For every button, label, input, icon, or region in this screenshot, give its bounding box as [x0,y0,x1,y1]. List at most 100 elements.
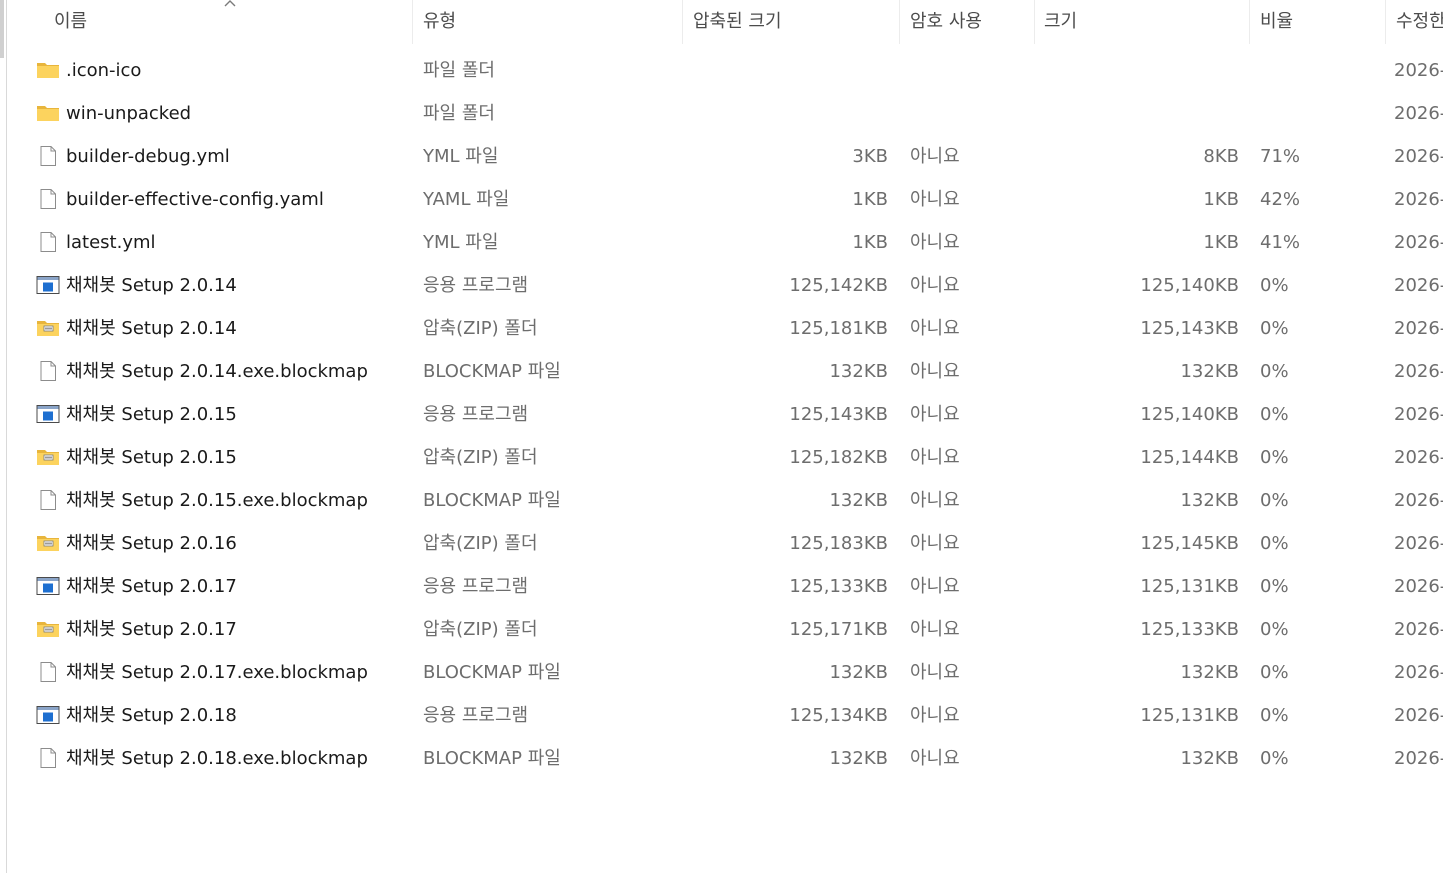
file-row[interactable]: win-unpacked 파일 폴더 2026- [7,92,1443,135]
file-row[interactable]: 채채봇 Setup 2.0.15.exe.blockmap BLOCKMAP 파일… [7,479,1443,522]
file-modified: 2026- [1394,576,1443,597]
zip-folder-icon [36,618,60,640]
file-name: 채채봇 Setup 2.0.14.exe.blockmap [66,361,368,382]
column-header-password[interactable]: 암호 사용 [900,0,1035,44]
file-modified: 2026- [1394,619,1443,640]
file-row[interactable]: builder-effective-config.yaml YAML 파일 1KB 아… [7,178,1443,221]
folder-icon [36,102,60,124]
file-name: 채채봇 Setup 2.0.15 [66,447,237,468]
file-size [1037,49,1239,92]
column-header-name-label: 이름 [54,11,88,32]
column-header-password-label: 암호 사용 [910,11,982,32]
file-size: 125,131KB [1140,576,1239,597]
application-icon [36,274,60,296]
application-icon [36,575,60,597]
file-modified: 2026- [1394,232,1443,253]
file-type: 파일 폴더 [423,103,495,124]
file-name: builder-debug.yml [66,146,230,167]
file-size: 1KB [1203,189,1239,210]
file-size: 125,145KB [1140,533,1239,554]
file-ratio: 0% [1260,748,1289,769]
file-row[interactable]: latest.yml YML 파일 1KB 아니요 1KB 41% 2026- [7,221,1443,264]
file-row[interactable]: 채채봇 Setup 2.0.17 응용 프로그램 125,133KB 아니요 125,1… [7,565,1443,608]
file-row[interactable]: 채채봇 Setup 2.0.17.exe.blockmap BLOCKMAP 파일… [7,651,1443,694]
file-modified: 2026- [1394,748,1443,769]
file-compressed-size: 132KB [829,662,888,683]
column-header-size-label: 크기 [1044,11,1078,32]
file-row[interactable]: 채채봇 Setup 2.0.14 응용 프로그램 125,142KB 아니요 125,1… [7,264,1443,307]
file-compressed-size [687,49,888,92]
file-ratio: 0% [1260,619,1289,640]
application-icon [36,403,60,425]
file-name: 채채봇 Setup 2.0.17.exe.blockmap [66,662,368,683]
column-header-compressed-size[interactable]: 압축된 크기 [683,0,900,44]
file-name: 채채봇 Setup 2.0.14 [66,275,237,296]
file-type: 응용 프로그램 [423,576,529,597]
file-password: 아니요 [910,447,960,468]
file-compressed-size: 125,171KB [789,619,888,640]
file-type: BLOCKMAP 파일 [423,662,561,683]
file-type: 압축(ZIP) 폴더 [423,318,538,339]
file-modified: 2026- [1394,404,1443,425]
file-modified: 2026- [1394,103,1443,124]
file-password: 아니요 [910,232,960,253]
file-row[interactable]: builder-debug.yml YML 파일 3KB 아니요 8KB 71% 2026- [7,135,1443,178]
file-password: 아니요 [910,533,960,554]
file-type: 압축(ZIP) 폴더 [423,533,538,554]
file-icon [36,231,60,253]
file-ratio: 0% [1260,404,1289,425]
file-name: win-unpacked [66,103,192,124]
file-icon [36,489,60,511]
file-ratio: 42% [1260,189,1301,210]
file-size: 125,131KB [1140,705,1239,726]
file-row[interactable]: 채채봇 Setup 2.0.16 압축(ZIP) 폴더 125,183KB 아니요 12… [7,522,1443,565]
file-compressed-size: 1KB [852,189,888,210]
file-ratio: 71% [1260,146,1301,167]
file-icon [36,747,60,769]
file-modified: 2026- [1394,146,1443,167]
file-size: 125,133KB [1140,619,1239,640]
file-ratio: 0% [1260,533,1289,554]
file-row[interactable]: 채채봇 Setup 2.0.15 응용 프로그램 125,143KB 아니요 125,1… [7,393,1443,436]
sort-ascending-icon [224,0,236,7]
column-header-name[interactable]: 이름 [7,0,413,44]
file-size: 132KB [1180,662,1239,683]
file-row[interactable]: 채채봇 Setup 2.0.14 압축(ZIP) 폴더 125,181KB 아니요 12… [7,307,1443,350]
column-header-ratio[interactable]: 비율 [1250,0,1386,44]
file-row[interactable]: 채채봇 Setup 2.0.18.exe.blockmap BLOCKMAP 파일… [7,737,1443,780]
file-type: BLOCKMAP 파일 [423,748,561,769]
file-compressed-size: 125,134KB [789,705,888,726]
file-name: builder-effective-config.yaml [66,189,324,210]
file-row[interactable]: 채채봇 Setup 2.0.15 압축(ZIP) 폴더 125,182KB 아니요 12… [7,436,1443,479]
file-row[interactable]: 채채봇 Setup 2.0.17 압축(ZIP) 폴더 125,171KB 아니요 12… [7,608,1443,651]
file-row[interactable]: .icon-ico 파일 폴더 2026- [7,49,1443,92]
pane-left-edge [0,0,7,873]
file-modified: 2026- [1394,662,1443,683]
file-compressed-size: 1KB [852,232,888,253]
file-modified: 2026- [1394,490,1443,511]
zip-folder-icon [36,317,60,339]
file-name: 채채봇 Setup 2.0.18 [66,705,237,726]
file-row[interactable]: 채채봇 Setup 2.0.14.exe.blockmap BLOCKMAP 파일… [7,350,1443,393]
file-name: 채채봇 Setup 2.0.18.exe.blockmap [66,748,368,769]
file-size: 8KB [1203,146,1239,167]
file-password: 아니요 [910,490,960,511]
scroll-thumb[interactable] [0,0,4,58]
column-header-type[interactable]: 유형 [413,0,683,44]
file-type: BLOCKMAP 파일 [423,361,561,382]
column-header-size[interactable]: 크기 [1035,0,1250,44]
file-password: 아니요 [910,318,960,339]
file-type: YML 파일 [423,232,499,253]
file-size [1037,92,1239,135]
column-header-modified[interactable]: 수정한 [1386,0,1443,44]
file-modified: 2026- [1394,447,1443,468]
file-name: 채채봇 Setup 2.0.15.exe.blockmap [66,490,368,511]
file-compressed-size: 125,182KB [789,447,888,468]
file-row[interactable]: 채채봇 Setup 2.0.18 응용 프로그램 125,134KB 아니요 125,1… [7,694,1443,737]
zip-folder-icon [36,532,60,554]
file-icon [36,661,60,683]
file-ratio: 0% [1260,705,1289,726]
file-password: 아니요 [910,146,960,167]
file-size: 1KB [1203,232,1239,253]
file-ratio: 0% [1260,662,1289,683]
